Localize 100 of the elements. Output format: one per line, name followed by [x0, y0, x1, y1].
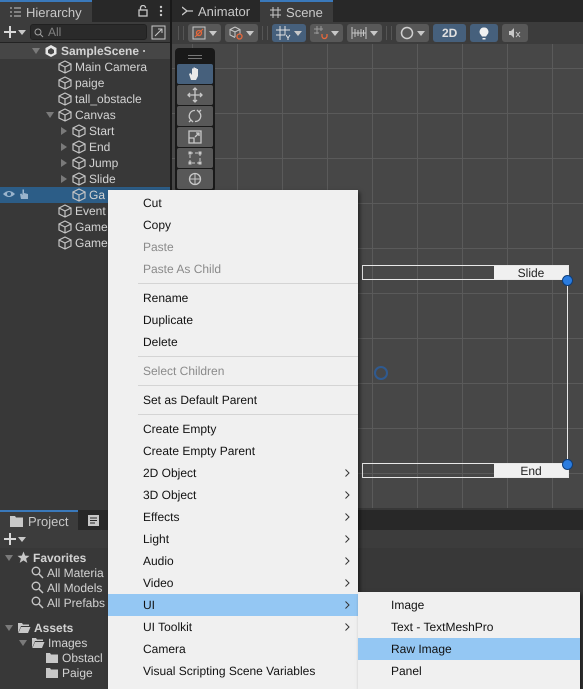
menu-item[interactable]: Video — [108, 572, 358, 594]
panel-tab[interactable]: Scene — [260, 0, 333, 22]
menu-item[interactable]: Set as Default Parent — [108, 389, 358, 411]
increment-dropdown[interactable] — [347, 24, 382, 42]
tree-row[interactable]: Paige — [0, 665, 108, 680]
folder-icon — [45, 666, 59, 678]
item-label: Event — [75, 204, 106, 218]
menu-item[interactable]: Image — [358, 594, 580, 616]
cube-icon — [58, 92, 72, 106]
caret-icon — [18, 536, 26, 542]
menu-item[interactable]: Audio — [108, 550, 358, 572]
more-options-icon[interactable] — [159, 5, 163, 17]
collapse-arrow-icon[interactable] — [18, 638, 28, 648]
menu-item[interactable]: 2D Object — [108, 462, 358, 484]
expand-arrow-icon[interactable] — [59, 142, 69, 152]
menu-item[interactable]: Camera — [108, 638, 358, 660]
folder-icon — [45, 652, 59, 664]
menu-item[interactable]: Delete — [108, 331, 358, 353]
tree-row[interactable]: All Prefabs — [0, 595, 108, 610]
expand-arrow-icon[interactable] — [59, 158, 69, 168]
menu-item[interactable]: UI Toolkit — [108, 616, 358, 638]
tree-row[interactable]: Favorites — [0, 550, 108, 565]
folder-icon — [17, 622, 31, 634]
menu-item[interactable]: UI — [108, 594, 358, 616]
pivot-handle[interactable] — [374, 366, 388, 380]
collapse-arrow-icon[interactable] — [45, 110, 55, 120]
grid-icon — [276, 26, 291, 40]
search-field[interactable]: All — [30, 24, 147, 40]
tree-row[interactable]: Assets — [0, 620, 108, 635]
tree-row[interactable]: All Models — [0, 580, 108, 595]
lighting-button[interactable] — [470, 24, 498, 42]
menu-item[interactable]: Effects — [108, 506, 358, 528]
item-label: Favorites — [33, 550, 86, 564]
ui-element-label: Slide — [494, 266, 568, 279]
caret-icon — [294, 30, 302, 36]
tree-row[interactable]: tall_obstacle — [0, 91, 170, 107]
audio-button[interactable] — [502, 24, 528, 42]
search-icon — [34, 28, 44, 38]
menu-item[interactable]: Raw Image — [358, 638, 580, 660]
tree-row[interactable]: Jump — [0, 155, 170, 171]
drag-handle-icon[interactable] — [188, 55, 202, 59]
expand-arrow-icon[interactable] — [59, 126, 69, 136]
tool-button[interactable] — [177, 169, 213, 189]
tree-row[interactable]: Images — [0, 635, 108, 650]
plus-icon — [4, 26, 16, 38]
tree-row[interactable]: Start — [0, 123, 170, 139]
expand-view-icon[interactable] — [151, 24, 166, 40]
hierarchy-tab[interactable]: Hierarchy — [0, 0, 92, 22]
shading-dropdown[interactable] — [396, 24, 429, 42]
gizmo-dropdown[interactable] — [188, 24, 221, 42]
tool-button[interactable] — [177, 106, 213, 126]
item-label: paige — [75, 76, 104, 90]
hand-icon[interactable] — [18, 188, 30, 200]
item-label: Game — [75, 236, 108, 250]
add-button[interactable] — [4, 533, 26, 545]
expand-arrow-icon[interactable] — [59, 174, 69, 184]
tool-button[interactable] — [177, 64, 213, 84]
tree-row[interactable]: All Materia — [0, 565, 108, 580]
search-icon — [31, 581, 44, 594]
menu-item[interactable]: Text - TextMeshPro — [358, 616, 580, 638]
eye-icon[interactable] — [2, 188, 16, 200]
tree-row[interactable]: Canvas — [0, 107, 170, 123]
tree-row[interactable]: End — [0, 139, 170, 155]
item-label: All Models — [47, 580, 102, 594]
menu-item[interactable]: Create Empty — [108, 418, 358, 440]
menu-item[interactable]: Copy — [108, 214, 358, 236]
tree-row[interactable]: Main Camera — [0, 59, 170, 75]
tool-button[interactable] — [177, 85, 213, 105]
toggle-2d-button[interactable]: 2D — [433, 24, 466, 42]
list-icon — [10, 7, 21, 17]
item-label: Paige — [62, 666, 93, 680]
menu-item[interactable]: Rename — [108, 287, 358, 309]
tree-row[interactable]: Slide — [0, 171, 170, 187]
tool-button[interactable] — [177, 127, 213, 147]
collapse-arrow-icon[interactable] — [31, 46, 41, 56]
menu-item[interactable]: 3D Object — [108, 484, 358, 506]
tree-row[interactable]: Obstacl — [0, 650, 108, 665]
item-label: Obstacl — [62, 650, 103, 664]
tree-row[interactable]: SampleScene · — [0, 43, 170, 59]
object-dropdown[interactable] — [225, 24, 258, 42]
menu-item[interactable]: Create Empty Parent — [108, 440, 358, 462]
menu-item[interactable]: Duplicate — [108, 309, 358, 331]
tree-row[interactable]: paige — [0, 75, 170, 91]
menu-item[interactable]: Visual Scripting Scene Variables — [108, 660, 358, 682]
speaker-icon — [508, 27, 522, 39]
tool-button[interactable] — [177, 148, 213, 168]
grid-snapping-button[interactable] — [272, 24, 306, 42]
lock-icon[interactable] — [138, 5, 148, 17]
folder-icon — [31, 636, 45, 648]
add-button[interactable] — [4, 26, 26, 38]
collapse-arrow-icon[interactable] — [4, 552, 14, 562]
item-label: tall_obstacle — [75, 92, 142, 106]
plus-icon — [4, 533, 16, 545]
snap-dropdown[interactable] — [310, 24, 343, 42]
anchor-handle[interactable] — [562, 459, 573, 470]
anchor-handle[interactable] — [562, 275, 573, 286]
panel-tab[interactable]: Project — [0, 510, 78, 530]
collapse-arrow-icon[interactable] — [4, 622, 14, 632]
menu-item[interactable]: Panel — [358, 660, 580, 682]
star-icon — [17, 551, 30, 564]
